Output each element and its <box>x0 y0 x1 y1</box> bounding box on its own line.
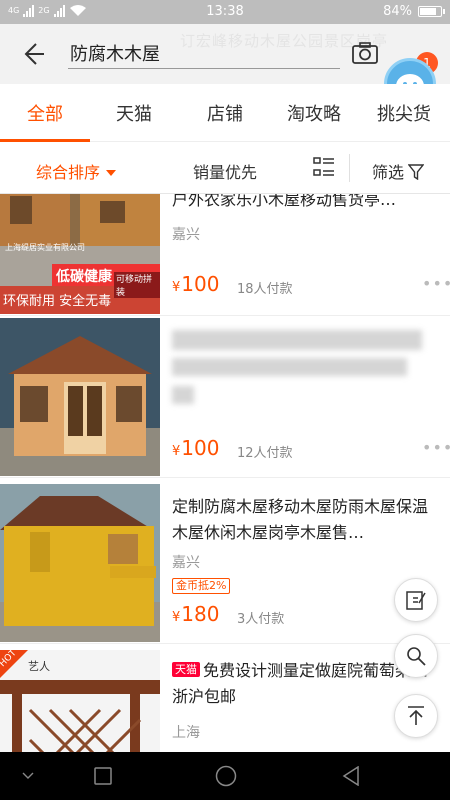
back-to-top-icon <box>408 706 424 725</box>
product-list: 上海缇居实业有限公司 低碳健康 环保耐用 安全无毒 可移动拼装 户外农家乐小木屋… <box>0 194 450 752</box>
yellow-kiosk-image <box>0 484 160 642</box>
edit-icon <box>406 591 426 610</box>
sales-count: 18人付款 <box>237 282 293 297</box>
product-location: 嘉兴 <box>172 555 200 571</box>
sort-sales[interactable]: 销量优先 <box>193 159 257 183</box>
search-underline <box>68 68 340 69</box>
blurred-title <box>172 358 407 376</box>
category-tabs: 全部 天猫 店铺 淘攻略 挑尖货 <box>0 84 450 142</box>
back-nav-icon[interactable] <box>336 752 366 800</box>
blurred-title <box>172 330 422 350</box>
product-title[interactable]: 户外农家乐小木屋移动售货亭… <box>172 194 432 213</box>
product-title[interactable]: 定制防腐木屋移动木屋防雨木屋保温木屋休闲木屋岗亭木屋售… <box>172 494 432 546</box>
back-arrow-icon[interactable] <box>18 40 46 68</box>
list-item[interactable]: ¥100 12人付款 ••• <box>0 318 450 478</box>
chevron-down-icon[interactable] <box>10 752 46 800</box>
tab-tmall[interactable]: 天猫 <box>116 100 152 126</box>
tab-top-picks[interactable]: 挑尖货 <box>377 100 431 126</box>
pergola-image <box>0 650 160 752</box>
product-title-text: 免费设计测量定做庭院葡萄架江浙沪包邮 <box>172 661 428 706</box>
sort-bar: 综合排序 销量优先 筛选 <box>0 142 450 194</box>
list-item[interactable]: 定制防腐木屋移动木屋防雨木屋保温木屋休闲木屋岗亭木屋售… 嘉兴 金币抵2% ¥1… <box>0 484 450 644</box>
tab-all[interactable]: 全部 <box>27 100 63 126</box>
blurred-title <box>172 386 194 404</box>
tab-shops[interactable]: 店铺 <box>207 100 243 126</box>
more-options-icon[interactable]: ••• <box>422 438 450 457</box>
price-value: 180 <box>181 602 220 626</box>
price-value: 100 <box>181 272 220 296</box>
camera-icon[interactable] <box>352 42 378 64</box>
more-options-icon[interactable]: ••• <box>422 274 450 293</box>
search-float-fab[interactable] <box>394 634 438 678</box>
sort-comprehensive-label: 综合排序 <box>36 163 101 182</box>
currency-symbol: ¥ <box>172 444 181 459</box>
sort-comprehensive[interactable]: 综合排序 <box>36 159 117 183</box>
system-nav-bar <box>0 752 450 800</box>
chevron-down-icon <box>106 170 117 176</box>
currency-symbol: ¥ <box>172 280 181 295</box>
image-slogan-3: 可移动拼装 <box>114 272 160 298</box>
search-float-icon <box>407 647 426 666</box>
tab-guides[interactable]: 淘攻略 <box>287 100 341 126</box>
home-icon[interactable] <box>208 752 244 800</box>
wooden-cabin-image <box>0 318 160 476</box>
sales-count: 3人付款 <box>237 612 285 627</box>
image-company-text: 上海缇居实业有限公司 <box>5 243 85 252</box>
tmall-badge: 天猫 <box>172 662 200 677</box>
product-image <box>0 484 160 642</box>
filter-funnel-icon <box>408 164 425 180</box>
product-location: 嘉兴 <box>172 227 200 243</box>
status-bar: 4G 2G 13:38 84% <box>0 0 450 24</box>
product-location: 上海 <box>172 725 200 741</box>
back-to-top-fab[interactable] <box>394 694 438 738</box>
search-input[interactable]: 防腐木木屋 <box>70 40 160 66</box>
product-image: HOT 艺人 <box>0 650 160 752</box>
product-price: ¥180 <box>172 602 219 626</box>
product-price: ¥100 <box>172 436 219 460</box>
sales-count: 12人付款 <box>237 446 293 461</box>
list-item[interactable]: HOT 艺人 天猫 免费设计测量定做庭院葡萄架江浙沪包邮 上海 <box>0 650 450 752</box>
image-slogan-2: 环保耐用 安全无毒 <box>3 294 112 309</box>
battery-level <box>420 8 436 15</box>
currency-symbol: ¥ <box>172 610 181 625</box>
list-item[interactable]: 上海缇居实业有限公司 低碳健康 环保耐用 安全无毒 可移动拼装 户外农家乐小木屋… <box>0 194 450 316</box>
search-header: 订宏峰移动木屋公园景区岗亭 防腐木木屋 1 <box>0 24 450 88</box>
recent-apps-icon[interactable] <box>86 752 120 800</box>
brand-text: 艺人 <box>28 660 50 673</box>
status-right: 84% <box>383 4 445 19</box>
product-image: 上海缇居实业有限公司 低碳健康 环保耐用 安全无毒 可移动拼装 <box>0 194 160 314</box>
battery-icon <box>418 6 445 17</box>
filter-button[interactable]: 筛选 <box>372 159 425 183</box>
list-layout-icon[interactable] <box>313 157 335 177</box>
image-slogan-1: 低碳健康 <box>56 269 112 285</box>
product-image <box>0 318 160 476</box>
battery-percent: 84% <box>383 4 412 19</box>
product-price: ¥100 <box>172 272 219 296</box>
price-value: 100 <box>181 436 220 460</box>
edit-fab[interactable] <box>394 578 438 622</box>
divider <box>349 154 350 182</box>
coupon-badge: 金币抵2% <box>172 578 231 594</box>
product-title[interactable]: 天猫 免费设计测量定做庭院葡萄架江浙沪包邮 <box>172 658 432 710</box>
filter-label: 筛选 <box>372 163 405 182</box>
